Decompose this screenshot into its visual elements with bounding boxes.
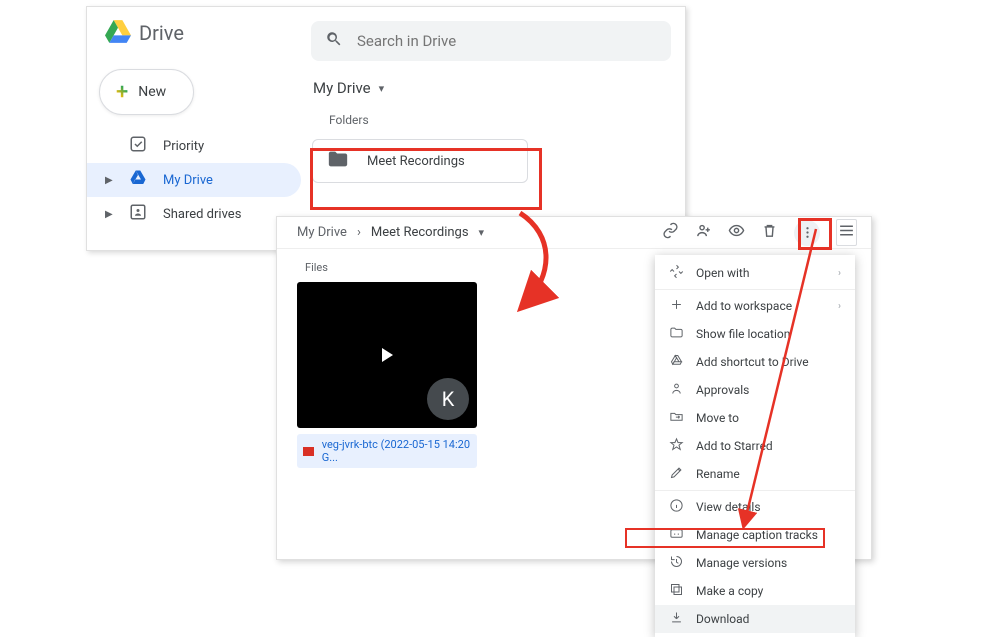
breadcrumb[interactable]: My Drive ▾	[311, 73, 685, 113]
menu-manage-versions[interactable]: Manage versions	[655, 549, 855, 577]
menu-open-with[interactable]: Open with›	[655, 259, 855, 287]
chevron-down-icon: ▾	[379, 82, 385, 95]
cc-icon	[669, 526, 684, 544]
new-button[interactable]: + New	[99, 69, 194, 115]
list-view-icon[interactable]	[836, 219, 857, 246]
breadcrumb-current[interactable]: Meet Recordings	[371, 225, 469, 240]
priority-icon	[129, 135, 147, 157]
menu-view-details[interactable]: View details	[655, 493, 855, 521]
menu-add-shortcut[interactable]: Add shortcut to Drive	[655, 348, 855, 376]
video-filename-label: veg-jvrk-btc (2022-05-15 14:20 G...	[322, 438, 471, 464]
breadcrumb-root[interactable]: My Drive	[297, 225, 347, 240]
history-icon	[669, 554, 684, 572]
plus-icon	[669, 297, 684, 315]
chevron-right-icon: ›	[838, 301, 841, 312]
context-menu: Open with› Add to workspace› Show file l…	[655, 255, 855, 637]
expand-icon[interactable]: ▶	[105, 175, 113, 186]
preview-eye-icon[interactable]	[728, 222, 745, 243]
copy-icon	[669, 582, 684, 600]
folder-meet-recordings[interactable]: Meet Recordings	[312, 139, 528, 183]
play-icon	[382, 348, 393, 362]
breadcrumb-label: My Drive	[313, 79, 371, 97]
menu-make-copy[interactable]: Make a copy	[655, 577, 855, 605]
sidebar-item-my-drive[interactable]: ▶ My Drive	[87, 163, 301, 197]
avatar: K	[427, 378, 469, 420]
info-icon	[669, 498, 684, 516]
menu-download[interactable]: Download	[655, 605, 855, 633]
app-title: Drive	[139, 21, 184, 45]
drive-folder-window: My Drive › Meet Recordings ▾ ↑ Files K v…	[276, 216, 872, 560]
move-icon	[669, 409, 684, 427]
more-options-button[interactable]	[794, 220, 820, 246]
menu-add-starred[interactable]: Add to Starred	[655, 432, 855, 460]
pencil-icon	[669, 465, 684, 483]
video-thumbnail[interactable]: K	[297, 282, 477, 428]
drive-shortcut-icon	[669, 353, 684, 371]
menu-show-location[interactable]: Show file location	[655, 320, 855, 348]
sidebar-item-priority[interactable]: Priority	[87, 129, 301, 163]
more-vertical-icon	[799, 224, 816, 241]
menu-add-workspace[interactable]: Add to workspace›	[655, 292, 855, 320]
my-drive-icon	[129, 169, 147, 191]
search-bar[interactable]	[311, 21, 671, 61]
new-button-label: New	[138, 84, 166, 100]
sidebar-item-label: My Drive	[163, 173, 213, 188]
link-icon[interactable]	[662, 222, 679, 243]
search-input[interactable]	[357, 32, 657, 50]
search-icon	[325, 30, 343, 52]
menu-rename[interactable]: Rename	[655, 460, 855, 488]
download-icon	[669, 610, 684, 628]
menu-manage-captions[interactable]: Manage caption tracks	[655, 521, 855, 549]
folders-section-label: Folders	[329, 113, 685, 127]
chevron-down-icon: ▾	[479, 226, 485, 239]
folder-icon	[327, 149, 349, 173]
star-icon	[669, 437, 684, 455]
drive-logo-icon	[105, 19, 131, 47]
video-caption[interactable]: veg-jvrk-btc (2022-05-15 14:20 G...	[297, 434, 477, 468]
share-person-icon[interactable]	[695, 222, 712, 243]
menu-approvals[interactable]: Approvals	[655, 376, 855, 404]
drive-main-window: Drive + New Priority ▶ My Drive	[86, 6, 686, 251]
approvals-icon	[669, 381, 684, 399]
expand-icon[interactable]: ▶	[105, 209, 113, 220]
sidebar-item-label: Priority	[163, 139, 204, 154]
folder-icon	[669, 325, 684, 343]
open-with-icon	[669, 264, 684, 282]
menu-move-to[interactable]: Move to	[655, 404, 855, 432]
trash-icon[interactable]	[761, 222, 778, 243]
breadcrumb[interactable]: My Drive › Meet Recordings ▾	[297, 225, 484, 240]
shared-drives-icon	[129, 203, 147, 225]
chevron-right-icon: ›	[838, 268, 841, 279]
sidebar-item-label: Shared drives	[163, 207, 241, 222]
chevron-right-icon: ›	[357, 225, 361, 240]
plus-icon: +	[116, 80, 128, 105]
folder-label: Meet Recordings	[367, 154, 465, 169]
recording-file-icon	[303, 447, 314, 456]
sidebar-item-shared-drives[interactable]: ▶ Shared drives	[87, 197, 301, 231]
